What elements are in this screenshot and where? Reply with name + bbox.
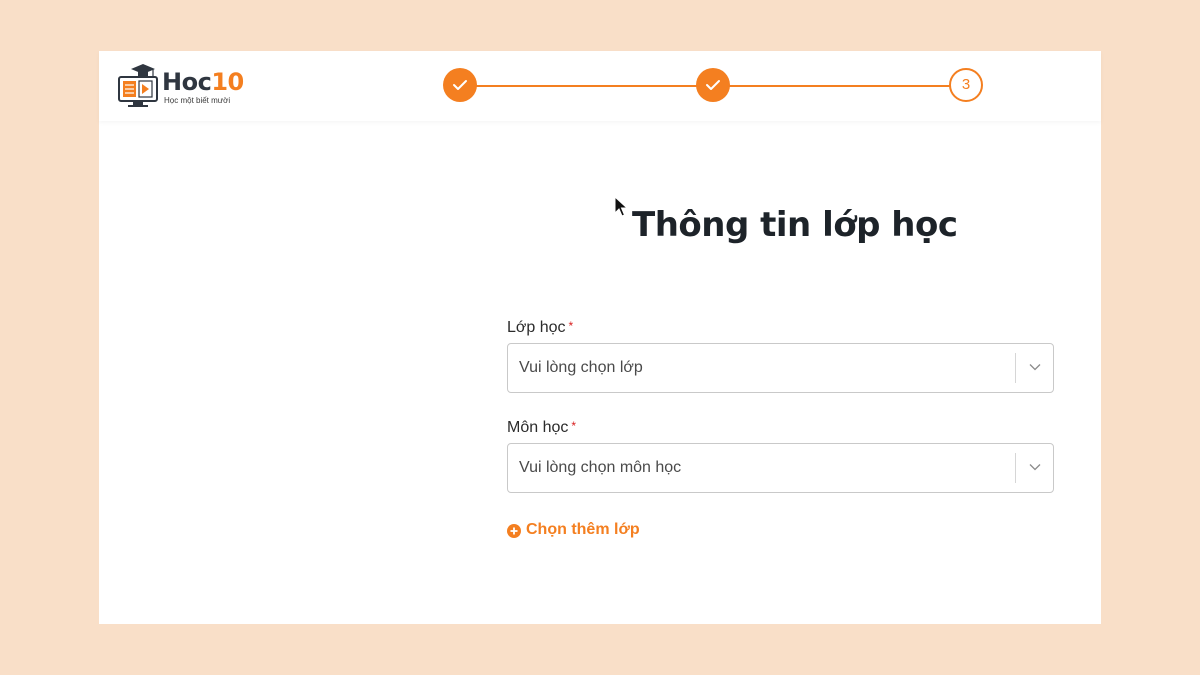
subject-label-text: Môn học (507, 419, 569, 436)
mouse-cursor-icon (614, 196, 629, 217)
check-icon (706, 80, 720, 90)
step-3-current[interactable]: 3 (949, 68, 983, 102)
header-bar: Hoc10 Học một biết mười 3 (99, 51, 1101, 121)
class-field-label: Lớp học * (507, 319, 573, 337)
hoc10-logo[interactable]: Hoc10 Học một biết mười (117, 63, 247, 109)
step-2-completed[interactable] (696, 68, 730, 102)
required-mark: * (571, 419, 577, 433)
class-label-text: Lớp học (507, 319, 566, 336)
select-divider (1015, 353, 1016, 383)
step-connector-2 (729, 85, 951, 87)
brand-name-part1: Hoc (162, 68, 212, 96)
step-3-number: 3 (961, 76, 971, 93)
subject-select-placeholder: Vui lòng chọn môn học (519, 459, 682, 476)
page-title: Thông tin lớp học (632, 205, 958, 245)
book-screen-logo-icon (118, 64, 158, 107)
brand-tagline: Học một biết mười (164, 96, 231, 105)
select-divider (1015, 453, 1016, 483)
plus-circle-icon (507, 524, 521, 538)
chevron-down-icon[interactable] (1029, 363, 1041, 371)
subject-select[interactable]: Vui lòng chọn môn học (507, 443, 1054, 493)
step-1-completed[interactable] (443, 68, 477, 102)
add-class-label: Chọn thêm lớp (526, 521, 640, 538)
required-mark: * (568, 319, 574, 333)
class-select-placeholder: Vui lòng chọn lớp (519, 359, 643, 376)
check-icon (453, 80, 467, 90)
page-frame: Hoc10 Học một biết mười 3 Thông tin lớp … (99, 51, 1101, 624)
class-select[interactable]: Vui lòng chọn lớp (507, 343, 1054, 393)
subject-field-label: Môn học * (507, 419, 576, 437)
chevron-down-icon[interactable] (1029, 463, 1041, 471)
progress-stepper: 3 (443, 68, 983, 104)
brand-name-part2: 10 (211, 68, 244, 96)
brand-name: Hoc10 (162, 69, 244, 95)
step-connector-1 (475, 85, 697, 87)
